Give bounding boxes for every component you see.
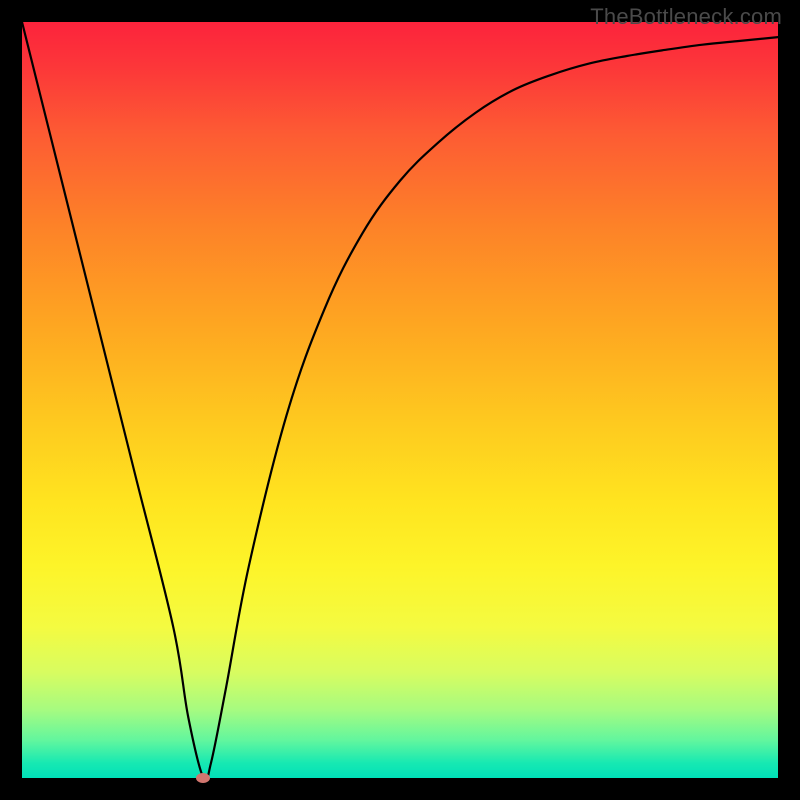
watermark-text: TheBottleneck.com xyxy=(590,4,782,30)
optimal-point-marker xyxy=(196,773,210,783)
plot-frame xyxy=(22,22,778,778)
bottleneck-curve xyxy=(22,22,778,778)
